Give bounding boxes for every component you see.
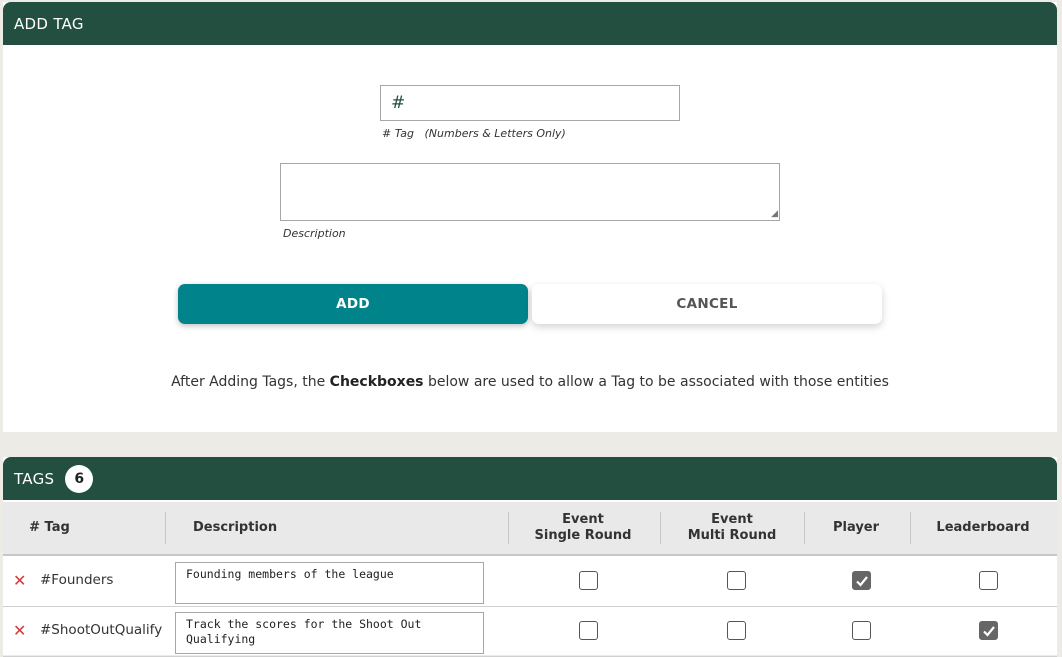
info-text: After Adding Tags, the Checkboxes below … (3, 374, 1057, 390)
tag-hint-note: (Numbers & Letters Only) (424, 127, 566, 140)
add-button[interactable]: ADD (178, 284, 528, 324)
tag-name: #ShootOutQualify (40, 622, 163, 638)
tag-description-field[interactable]: Founding members of the league (175, 562, 484, 604)
hash-prefix: # (391, 93, 406, 113)
col-event-single-line1: Event (562, 512, 604, 527)
tags-table-header: # Tag Description Event Single Round Eve… (3, 502, 1057, 556)
info-text-bold: Checkboxes (329, 374, 424, 390)
col-event-multi-line1: Event (711, 512, 753, 527)
delete-icon[interactable]: ✕ (13, 621, 26, 640)
add-tag-panel: ADD TAG # # Tag (Numbers & Letters Only)… (3, 2, 1057, 432)
tag-row: ✕ #Founders Founding members of the leag… (3, 556, 1057, 607)
add-tag-title: ADD TAG (14, 14, 84, 33)
col-event-multi-line2: Multi Round (687, 528, 777, 543)
tag-hint: # Tag (Numbers & Letters Only) (382, 127, 566, 140)
player-checkbox[interactable] (852, 621, 871, 640)
tag-row: ✕ #ShootOutQualify Track the scores for … (3, 606, 1057, 657)
cancel-button[interactable]: CANCEL (532, 284, 882, 324)
event-single-checkbox[interactable] (579, 621, 598, 640)
tag-input[interactable]: # (380, 85, 680, 121)
col-event-multi[interactable]: Event Multi Round (661, 502, 803, 554)
leaderboard-checkbox[interactable] (979, 571, 998, 590)
col-description[interactable]: Description (193, 502, 277, 554)
description-textarea[interactable]: ◢ (280, 163, 780, 221)
col-separator (165, 512, 166, 544)
tag-description-field[interactable]: Track the scores for the Shoot Out Quali… (175, 612, 484, 654)
col-event-single-line2: Single Round (534, 528, 632, 543)
tag-name: #Founders (40, 572, 114, 588)
description-label: Description (283, 227, 346, 240)
info-text-before: After Adding Tags, the (171, 374, 330, 390)
event-multi-checkbox[interactable] (727, 571, 746, 590)
tags-panel: TAGS 6 # Tag Description Event Single Ro… (3, 457, 1057, 657)
player-checkbox[interactable] (852, 571, 871, 590)
tags-header: TAGS 6 (3, 457, 1057, 500)
col-player[interactable]: Player (805, 502, 907, 554)
event-single-checkbox[interactable] (579, 571, 598, 590)
leaderboard-checkbox[interactable] (979, 621, 998, 640)
col-leaderboard[interactable]: Leaderboard (911, 502, 1055, 554)
tags-count-badge: 6 (65, 464, 94, 493)
info-text-after: below are used to allow a Tag to be asso… (423, 374, 889, 390)
add-tag-header: ADD TAG (3, 2, 1057, 45)
col-tag[interactable]: # Tag (3, 502, 96, 554)
event-multi-checkbox[interactable] (727, 621, 746, 640)
tag-hint-label: # Tag (382, 127, 415, 140)
col-event-single[interactable]: Event Single Round (509, 502, 657, 554)
tags-title: TAGS (14, 469, 55, 488)
resize-grip-icon[interactable]: ◢ (771, 210, 778, 219)
delete-icon[interactable]: ✕ (13, 571, 26, 590)
